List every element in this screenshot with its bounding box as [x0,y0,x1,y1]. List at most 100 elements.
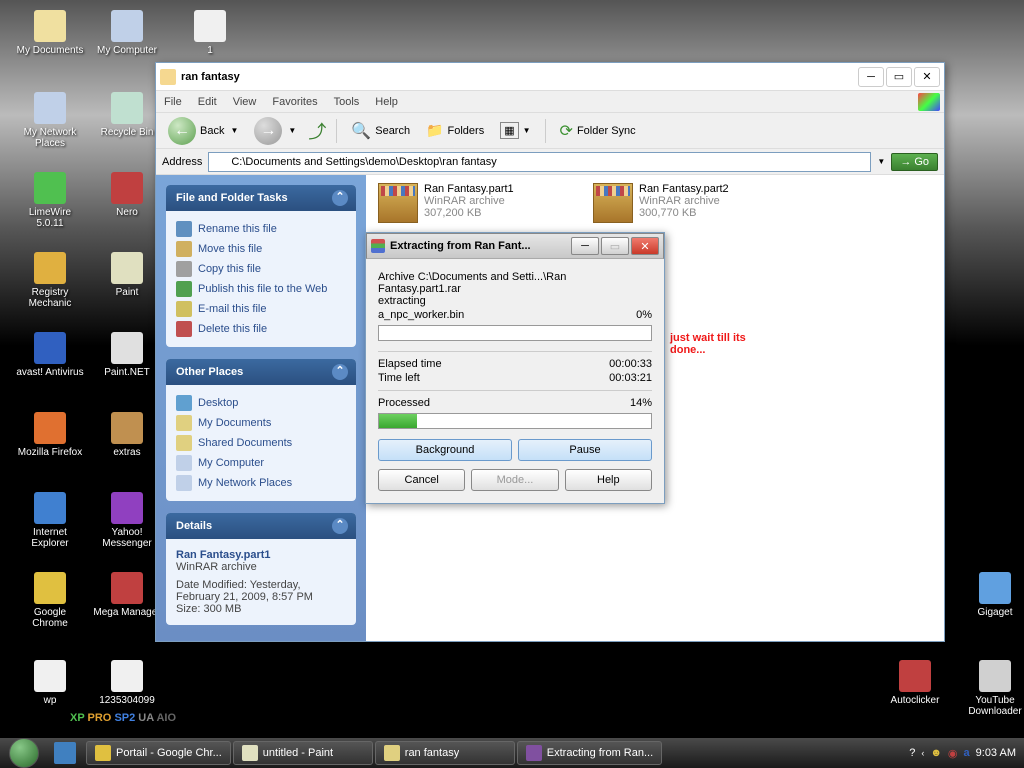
address-input[interactable] [208,152,871,172]
desktop-icon[interactable]: Nero [92,172,162,218]
desktop-icon[interactable]: Internet Explorer [15,492,85,549]
desktop-icon[interactable]: Mega Manager [92,572,162,618]
place-item[interactable]: Desktop [176,393,346,413]
menu-tools[interactable]: Tools [334,96,360,108]
foldersync-button[interactable]: ⟳Folder Sync [554,118,642,144]
icon-label: My Computer [92,45,162,56]
taskbar-task[interactable]: Extracting from Ran... [517,741,662,765]
desktop-icon[interactable]: Google Chrome [15,572,85,629]
processed-value: 14% [630,397,652,409]
task-label: Copy this file [198,263,261,275]
tray-avast-icon[interactable]: a [964,747,970,759]
place-item[interactable]: My Network Places [176,473,346,493]
cancel-button[interactable]: Cancel [378,469,465,491]
app-icon [111,332,143,364]
desktop-icon[interactable]: Registry Mechanic [15,252,85,309]
details-size: Size: 300 MB [176,603,346,615]
app-icon [34,92,66,124]
desktop-icon[interactable]: YouTube Downloader [960,660,1024,717]
task-item[interactable]: Copy this file [176,259,346,279]
file-progress [378,325,652,341]
pause-button[interactable]: Pause [518,439,652,461]
menu-favorites[interactable]: Favorites [272,96,317,108]
desktop-icon[interactable]: LimeWire 5.0.11 [15,172,85,229]
desktop-icon[interactable]: 1235304099 [92,660,162,706]
file-size: 300,770 KB [639,207,795,219]
task-label: untitled - Paint [263,747,333,759]
task-item[interactable]: Move this file [176,239,346,259]
place-icon [176,455,192,471]
desktop-icon[interactable]: Paint.NET [92,332,162,378]
maximize-button[interactable]: ▭ [601,237,629,255]
desktop-icon[interactable]: extras [92,412,162,458]
desktop-icon[interactable]: Paint [92,252,162,298]
desktop-icon[interactable]: Mozilla Firefox [15,412,85,458]
folders-button[interactable]: 📁Folders [420,119,490,142]
search-button[interactable]: 🔍Search [345,118,416,144]
background-button[interactable]: Background [378,439,512,461]
desktop-icon[interactable]: My Network Places [15,92,85,149]
icon-label: Google Chrome [15,607,85,629]
icon-label: 1235304099 [92,695,162,706]
taskbar-task[interactable]: untitled - Paint [233,741,373,765]
taskbar-task[interactable]: ran fantasy [375,741,515,765]
close-button[interactable]: ✕ [914,67,940,87]
task-item[interactable]: Publish this file to the Web [176,279,346,299]
menu-view[interactable]: View [233,96,257,108]
forward-button[interactable]: →▼ [248,114,302,148]
close-button[interactable]: ✕ [631,237,659,255]
desktop-icon[interactable]: Yahoo! Messenger [92,492,162,549]
desktop-icon[interactable]: My Documents [15,10,85,56]
file-type: WinRAR archive [639,195,795,207]
clock[interactable]: 9:03 AM [976,747,1016,759]
details-name: Ran Fantasy.part1 [176,549,346,561]
tray-chevron-icon[interactable]: ‹ [921,748,924,758]
file-item[interactable]: Ran Fantasy.part1WinRAR archive307,200 K… [374,179,584,227]
place-item[interactable]: Shared Documents [176,433,346,453]
start-orb-icon [9,738,39,768]
place-item[interactable]: My Documents [176,413,346,433]
task-item[interactable]: E-mail this file [176,299,346,319]
place-item[interactable]: My Computer [176,453,346,473]
menu-file[interactable]: File [164,96,182,108]
help-button[interactable]: Help [565,469,652,491]
task-item[interactable]: Delete this file [176,319,346,339]
panel-header[interactable]: Details⌃ [166,513,356,539]
icon-label: My Network Places [15,127,85,149]
explorer-titlebar[interactable]: ran fantasy ─ ▭ ✕ [156,63,944,91]
ql-icon[interactable] [54,742,76,764]
desktop-icon[interactable]: Autoclicker [880,660,950,706]
side-pane: File and Folder Tasks⌃ Rename this file M… [156,175,366,641]
extract-titlebar[interactable]: Extracting from Ran Fant... ─ ▭ ✕ [366,233,664,259]
details-panel: Details⌃ Ran Fantasy.part1 WinRAR archiv… [166,513,356,625]
menu-edit[interactable]: Edit [198,96,217,108]
mode-button[interactable]: Mode... [471,469,558,491]
start-button[interactable] [0,738,48,768]
task-label: Move this file [198,243,262,255]
panel-header[interactable]: File and Folder Tasks⌃ [166,185,356,211]
desktop-icon[interactable]: wp [15,660,85,706]
views-button[interactable]: ▦▼ [494,119,536,142]
up-button[interactable]: ⤴ [306,120,328,142]
menu-help[interactable]: Help [375,96,398,108]
maximize-button[interactable]: ▭ [886,67,912,87]
place-label: Shared Documents [198,437,292,449]
file-item[interactable]: Ran Fantasy.part2WinRAR archive300,770 K… [589,179,799,227]
minimize-button[interactable]: ─ [858,67,884,87]
desktop-icon[interactable]: Recycle Bin [92,92,162,138]
panel-header[interactable]: Other Places⌃ [166,359,356,385]
desktop-icon[interactable]: 1 [175,10,245,56]
tray-icon[interactable]: ◉ [948,747,958,760]
desktop-icon[interactable]: Gigaget [960,572,1024,618]
tray-icon[interactable]: ☻ [930,747,942,759]
place-label: My Network Places [198,477,292,489]
task-item[interactable]: Rename this file [176,219,346,239]
place-label: My Computer [198,457,264,469]
desktop-icon[interactable]: avast! Antivirus [15,332,85,378]
go-button[interactable]: → Go [891,153,938,171]
tray-help-icon[interactable]: ? [909,747,915,759]
taskbar-task[interactable]: Portail - Google Chr... [86,741,231,765]
back-button[interactable]: ←Back▼ [162,114,244,148]
desktop-icon[interactable]: My Computer [92,10,162,56]
minimize-button[interactable]: ─ [571,237,599,255]
